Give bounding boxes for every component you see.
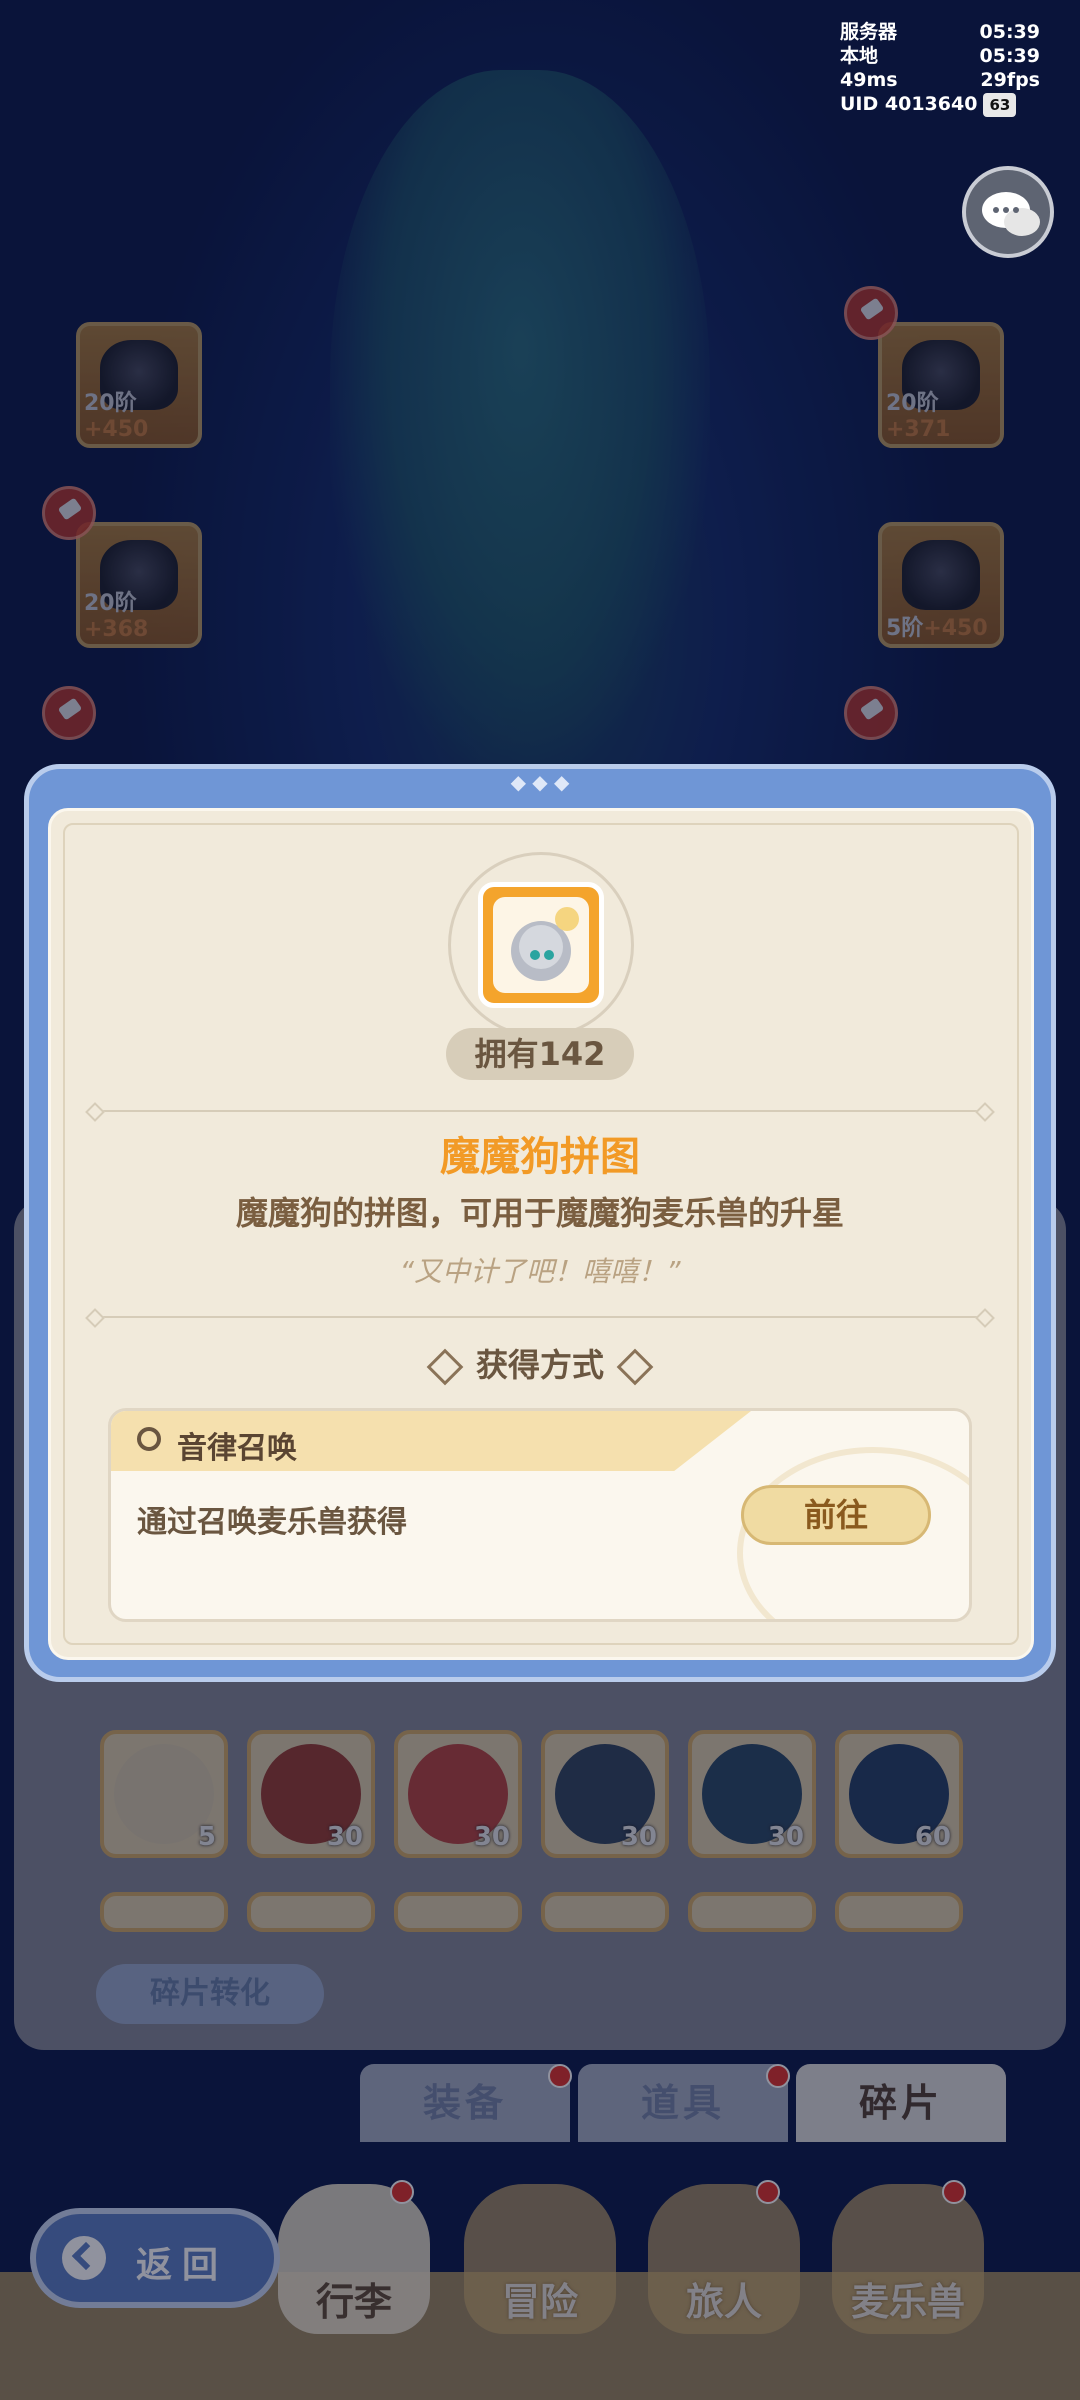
wifi-ping: 49ms <box>840 69 898 91</box>
moon-icon <box>137 1427 161 1451</box>
chat-button[interactable] <box>962 166 1054 258</box>
item-description: 魔魔狗的拼图，可用于魔魔狗麦乐兽的升星 <box>235 1194 844 1232</box>
puzzle-piece-icon <box>511 907 579 981</box>
source-title: 音律召唤 <box>177 1431 297 1466</box>
item-icon <box>478 882 604 1008</box>
divider <box>96 1110 984 1112</box>
chat-bubble-icon <box>982 192 1040 236</box>
modal-top-ornament: ◆ ◆ ◆ <box>510 770 570 794</box>
source-card: 音律召唤 通过召唤麦乐兽获得 前往 <box>108 1408 972 1622</box>
item-name: 魔魔狗拼图 <box>440 1134 640 1180</box>
obtain-method-title: 获得方式 <box>0 1340 1080 1386</box>
owned-count: 拥有142 <box>446 1028 634 1080</box>
battery-icon: 63 <box>983 93 1017 117</box>
item-quote: “又中计了吧！嘻嘻！” <box>399 1255 681 1288</box>
source-header: 音律召唤 <box>111 1411 751 1471</box>
source-description: 通过召唤麦乐兽获得 <box>137 1505 407 1540</box>
diamond-icon <box>616 1348 654 1386</box>
go-button[interactable]: 前往 <box>741 1485 931 1545</box>
diamond-icon <box>426 1348 464 1386</box>
divider <box>96 1316 984 1318</box>
status-overlay: 服务器 05:39 本地 05:39 49ms 29fps UID 4013640 63 <box>840 21 1040 117</box>
